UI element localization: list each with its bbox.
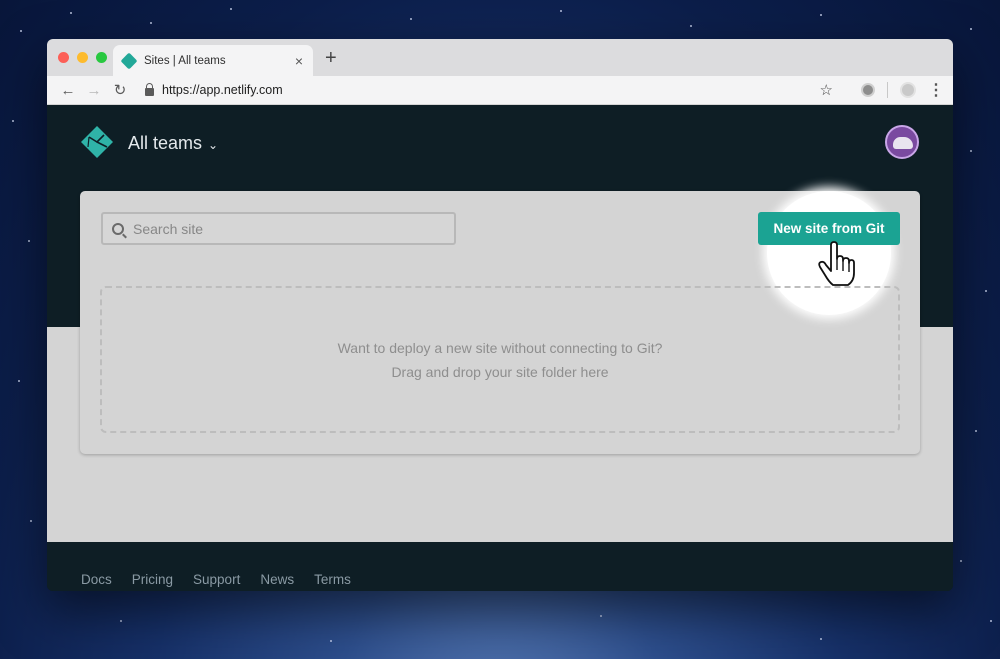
extension-icon[interactable] — [861, 83, 875, 97]
forward-icon[interactable]: → — [81, 82, 107, 99]
tab-close-icon[interactable]: × — [295, 53, 303, 69]
close-window-button[interactable] — [58, 52, 69, 63]
star-icon[interactable]: ☆ — [820, 81, 833, 99]
netlify-logo-icon[interactable] — [80, 125, 114, 159]
search-input[interactable]: Search site — [101, 212, 456, 245]
footer-nav: Docs Pricing Support News Terms — [47, 542, 953, 591]
tab-bar: Sites | All teams × + — [47, 39, 953, 76]
footer-link-news[interactable]: News — [260, 572, 294, 587]
netlify-favicon-icon — [120, 52, 138, 69]
team-name: All teams — [128, 133, 203, 153]
browser-toolbar: ← → ↻ https://app.netlify.com ☆ ⋮ — [47, 76, 953, 105]
reload-icon[interactable]: ↻ — [107, 81, 133, 99]
footer-link-pricing[interactable]: Pricing — [132, 572, 173, 587]
maximize-window-button[interactable] — [96, 52, 107, 63]
footer-link-terms[interactable]: Terms — [314, 572, 351, 587]
browser-menu-icon[interactable]: ⋮ — [928, 80, 944, 100]
minimize-window-button[interactable] — [77, 52, 88, 63]
url-text[interactable]: https://app.netlify.com — [162, 83, 820, 97]
hand-pointer-cursor-icon — [818, 241, 855, 286]
browser-window: Sites | All teams × + ← → ↻ https://app.… — [47, 39, 953, 591]
new-tab-button[interactable]: + — [325, 47, 337, 70]
user-avatar[interactable] — [885, 125, 919, 159]
footer-link-docs[interactable]: Docs — [81, 572, 112, 587]
team-switcher[interactable]: All teams ⌄ — [128, 133, 218, 154]
address-bar[interactable]: https://app.netlify.com ☆ — [139, 78, 839, 102]
chevron-down-icon: ⌄ — [208, 137, 219, 152]
sites-card: Search site New site from Git Want to de… — [80, 191, 920, 454]
tab-title: Sites | All teams — [144, 54, 226, 67]
profile-avatar-icon[interactable] — [900, 82, 916, 98]
netlify-page: All teams ⌄ Search site New site from Gi… — [47, 105, 953, 591]
dropzone-line-2: Drag and drop your site folder here — [391, 363, 609, 380]
footer-link-support[interactable]: Support — [193, 572, 240, 587]
toolbar-divider — [887, 82, 888, 98]
search-icon — [112, 222, 124, 235]
lock-icon — [145, 82, 154, 96]
back-icon[interactable]: ← — [55, 82, 81, 99]
drag-and-drop-zone[interactable]: Want to deploy a new site without connec… — [100, 286, 900, 433]
search-placeholder: Search site — [133, 220, 204, 237]
dropzone-line-1: Want to deploy a new site without connec… — [337, 339, 663, 356]
browser-tab[interactable]: Sites | All teams × — [113, 45, 313, 76]
